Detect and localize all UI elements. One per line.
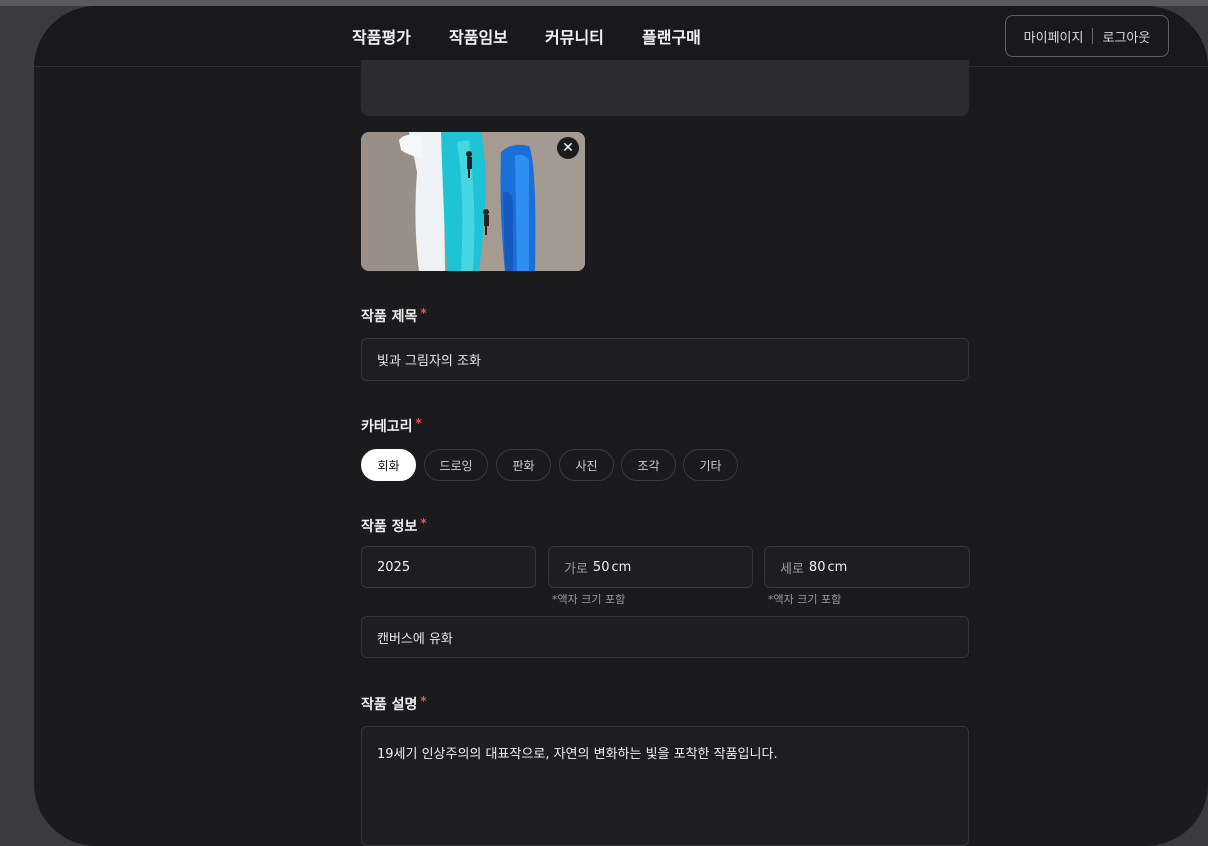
description-label-text: 작품 설명: [361, 697, 418, 713]
title-input-value: 빛과 그림자의 조화: [377, 354, 481, 369]
height-value: 80: [808, 559, 826, 575]
divider: [1092, 28, 1094, 44]
category-chip-print[interactable]: 판화: [496, 449, 551, 481]
mypage-link[interactable]: 마이페이지: [1024, 27, 1084, 46]
nav-tab-community[interactable]: 커뮤니티: [545, 24, 604, 48]
category-chip-painting[interactable]: 회화: [361, 449, 416, 481]
width-frame-hint: *액자 크기 포함: [552, 593, 626, 606]
height-unit: cm: [827, 559, 848, 575]
logout-link[interactable]: 로그아웃: [1102, 27, 1150, 46]
nav-tab-plan[interactable]: 플랜구매: [642, 24, 701, 48]
account-menu: 마이페이지 로그아웃: [1005, 15, 1169, 57]
description-textarea[interactable]: 19세기 인상주의의 대표작으로, 자연의 변화하는 빛을 포착한 작품입니다.: [361, 726, 969, 846]
width-input[interactable]: 가로 50 cm: [548, 546, 753, 588]
info-label-text: 작품 정보: [361, 519, 418, 535]
required-mark: *: [420, 306, 427, 320]
app-window: 작품평가 작품임보 커뮤니티 플랜구매 마이페이지 로그아웃 ✕ 작품 제목 *…: [34, 6, 1208, 846]
width-unit: cm: [611, 559, 632, 575]
remove-image-button[interactable]: ✕: [557, 137, 579, 159]
description-value: 19세기 인상주의의 대표작으로, 자연의 변화하는 빛을 포착한 작품입니다.: [377, 747, 778, 762]
category-chip-drawing[interactable]: 드로잉: [424, 449, 488, 481]
category-label: 카테고리 *: [361, 416, 422, 436]
top-nav-bar: 작품평가 작품임보 커뮤니티 플랜구매 마이페이지 로그아웃: [34, 6, 1208, 67]
artwork-thumbnail: [361, 132, 585, 271]
title-input[interactable]: 빛과 그림자의 조화: [361, 338, 969, 381]
medium-value: 캔버스에 유화: [377, 631, 453, 647]
category-chip-etc[interactable]: 기타: [683, 449, 738, 481]
title-label-text: 작품 제목: [361, 309, 418, 325]
category-label-text: 카테고리: [361, 419, 413, 435]
nav-tab-evaluation[interactable]: 작품평가: [352, 24, 411, 48]
required-mark: *: [415, 416, 422, 430]
info-label: 작품 정보 *: [361, 516, 427, 536]
nav-tab-register[interactable]: 작품임보: [449, 24, 508, 48]
category-chip-photo[interactable]: 사진: [559, 449, 614, 481]
required-mark: *: [420, 694, 427, 708]
medium-input[interactable]: 캔버스에 유화: [361, 616, 969, 658]
artwork-image: [361, 132, 585, 271]
year-input[interactable]: 2025: [361, 546, 536, 588]
height-frame-hint: *액자 크기 포함: [768, 593, 842, 606]
width-prefix: 가로: [564, 561, 588, 577]
height-prefix: 세로: [780, 561, 804, 577]
required-mark: *: [420, 516, 427, 530]
year-value: 2025: [377, 559, 411, 575]
description-label: 작품 설명 *: [361, 694, 427, 714]
width-value: 50: [592, 559, 610, 575]
category-chip-sculpture[interactable]: 조각: [621, 449, 676, 481]
title-label: 작품 제목 *: [361, 306, 427, 326]
height-input[interactable]: 세로 80 cm: [764, 546, 970, 588]
upload-panel[interactable]: [361, 60, 969, 116]
